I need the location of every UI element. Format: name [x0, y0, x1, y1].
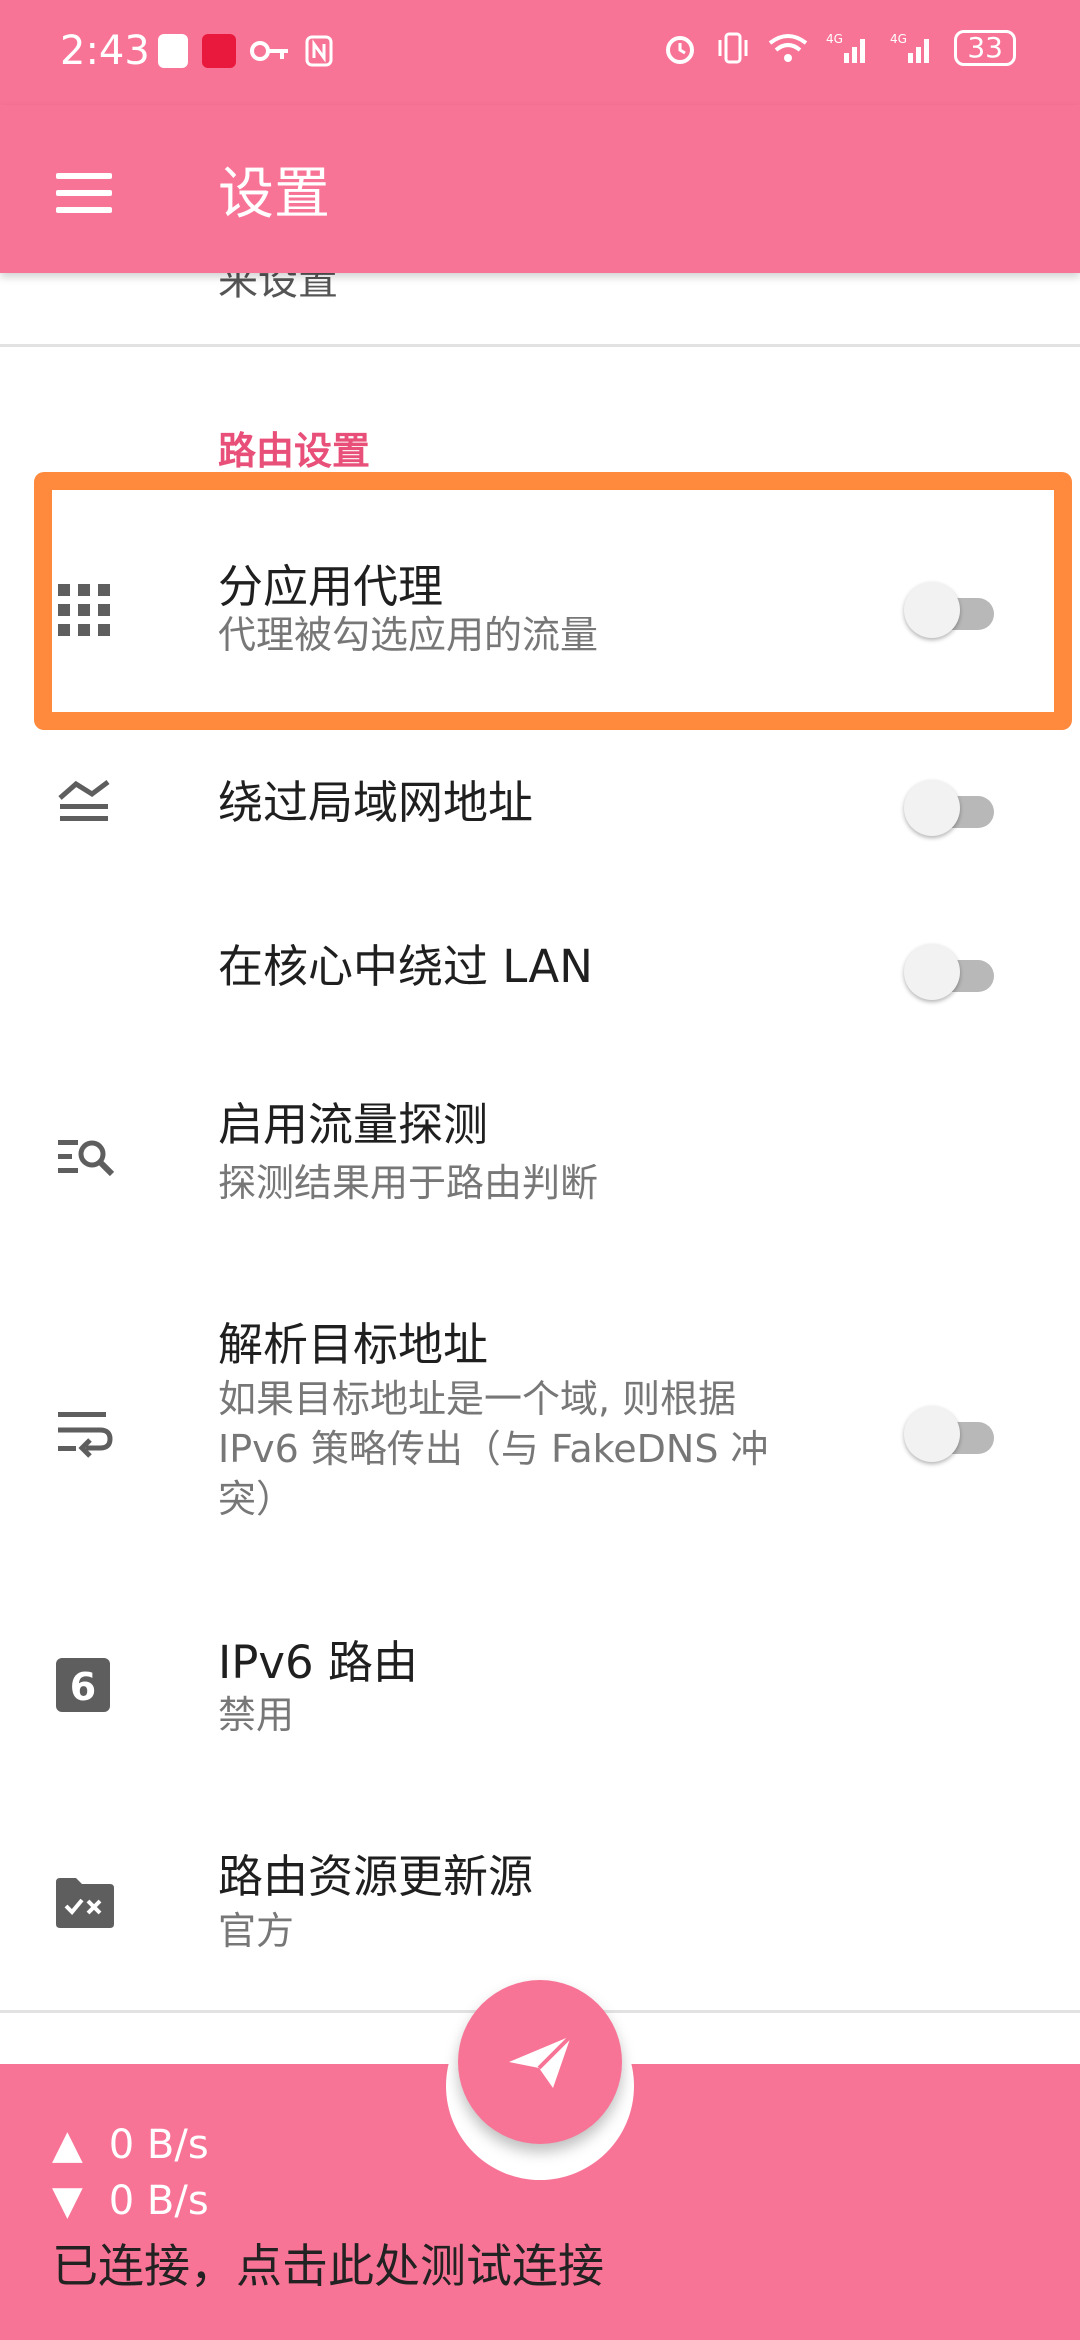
wrap-text-icon	[58, 1412, 113, 1458]
resolve-destination-switch[interactable]	[904, 1406, 996, 1462]
svg-text:6: 6	[70, 1665, 96, 1709]
setting-bypass-lan[interactable]: 绕过局域网地址	[0, 740, 1080, 860]
setting-subtitle: 官方	[218, 1909, 295, 1953]
setting-title: 分应用代理	[218, 560, 444, 613]
app-icon-red	[202, 34, 236, 68]
app-toolbar: 设置	[0, 105, 1080, 273]
traffic-search-icon	[58, 1140, 115, 1177]
battery-indicator: 33	[954, 30, 1016, 66]
setting-ipv6-routing[interactable]: 6 IPv6 路由 禁用	[0, 1600, 1080, 1770]
status-time: 2:43	[60, 28, 150, 74]
status-left-icons	[158, 34, 334, 68]
upload-speed-value: 0 B/s	[108, 2122, 209, 2168]
connect-fab-button[interactable]	[458, 1980, 622, 2144]
setting-title: 启用流量探测	[218, 1098, 489, 1151]
signal-4g-icon: 4G	[890, 32, 930, 63]
bypass-lan-core-switch[interactable]	[904, 944, 996, 1000]
status-right-icons: 4G 4G 33	[662, 30, 1016, 66]
svg-text:4G: 4G	[890, 32, 907, 46]
key-icon	[250, 41, 288, 61]
setting-routing-resource-source[interactable]: 路由资源更新源 官方	[0, 1820, 1080, 1990]
setting-subtitle: 如果目标地址是一个域, 则根据 IPv6 策略传出（与 FakeDNS 冲突）	[218, 1377, 769, 1521]
ipv6-icon: 6	[56, 1658, 110, 1712]
setting-title: 在核心中绕过 LAN	[218, 940, 593, 993]
menu-icon[interactable]	[56, 173, 112, 213]
vibrate-icon	[718, 32, 748, 64]
setting-subtitle: 探测结果用于路由判断	[218, 1161, 599, 1205]
status-bar: 2:43 4G 4G 33	[0, 0, 1080, 105]
setting-title: 路由资源更新源	[218, 1850, 534, 1903]
setting-title: 绕过局域网地址	[218, 776, 534, 829]
setting-per-app-proxy[interactable]: 分应用代理 代理被勾选应用的流量	[0, 520, 1080, 700]
bypass-lan-switch[interactable]	[904, 780, 996, 836]
alarm-icon	[666, 36, 695, 64]
upload-speed: ▲ 0 B/s	[52, 2122, 209, 2168]
setting-bypass-lan-core[interactable]: 在核心中绕过 LAN	[0, 900, 1080, 1020]
signal-4g-icon: 4G	[826, 32, 866, 63]
setting-resolve-destination[interactable]: 解析目标地址 如果目标地址是一个域, 则根据 IPv6 策略传出（与 FakeD…	[0, 1290, 1080, 1550]
page-title: 设置	[218, 162, 330, 227]
send-icon	[509, 2034, 573, 2088]
folder-check-icon	[56, 1878, 114, 1928]
download-speed-value: 0 B/s	[108, 2178, 209, 2224]
app-icon	[158, 34, 188, 68]
per-app-proxy-switch[interactable]	[904, 582, 996, 638]
download-speed: ▼ 0 B/s	[52, 2178, 209, 2224]
nfc-icon	[305, 35, 333, 67]
connection-status-text[interactable]: 已连接，点击此处测试连接	[52, 2230, 604, 2296]
divider	[0, 344, 1080, 347]
section-header-routing: 路由设置	[218, 429, 371, 473]
svg-text:4G: 4G	[826, 32, 843, 46]
setting-subtitle: 禁用	[218, 1693, 295, 1737]
wifi-icon	[769, 34, 808, 62]
setting-traffic-sniffing[interactable]: 启用流量探测 探测结果用于路由判断	[0, 1060, 1080, 1240]
setting-title: IPv6 路由	[218, 1636, 418, 1689]
download-arrow-icon: ▼	[52, 2178, 83, 2224]
lan-bypass-icon	[58, 780, 110, 821]
apps-grid-icon	[58, 584, 110, 636]
upload-arrow-icon: ▲	[52, 2122, 83, 2168]
setting-subtitle: 代理被勾选应用的流量	[218, 613, 599, 657]
setting-title: 解析目标地址	[218, 1318, 489, 1371]
